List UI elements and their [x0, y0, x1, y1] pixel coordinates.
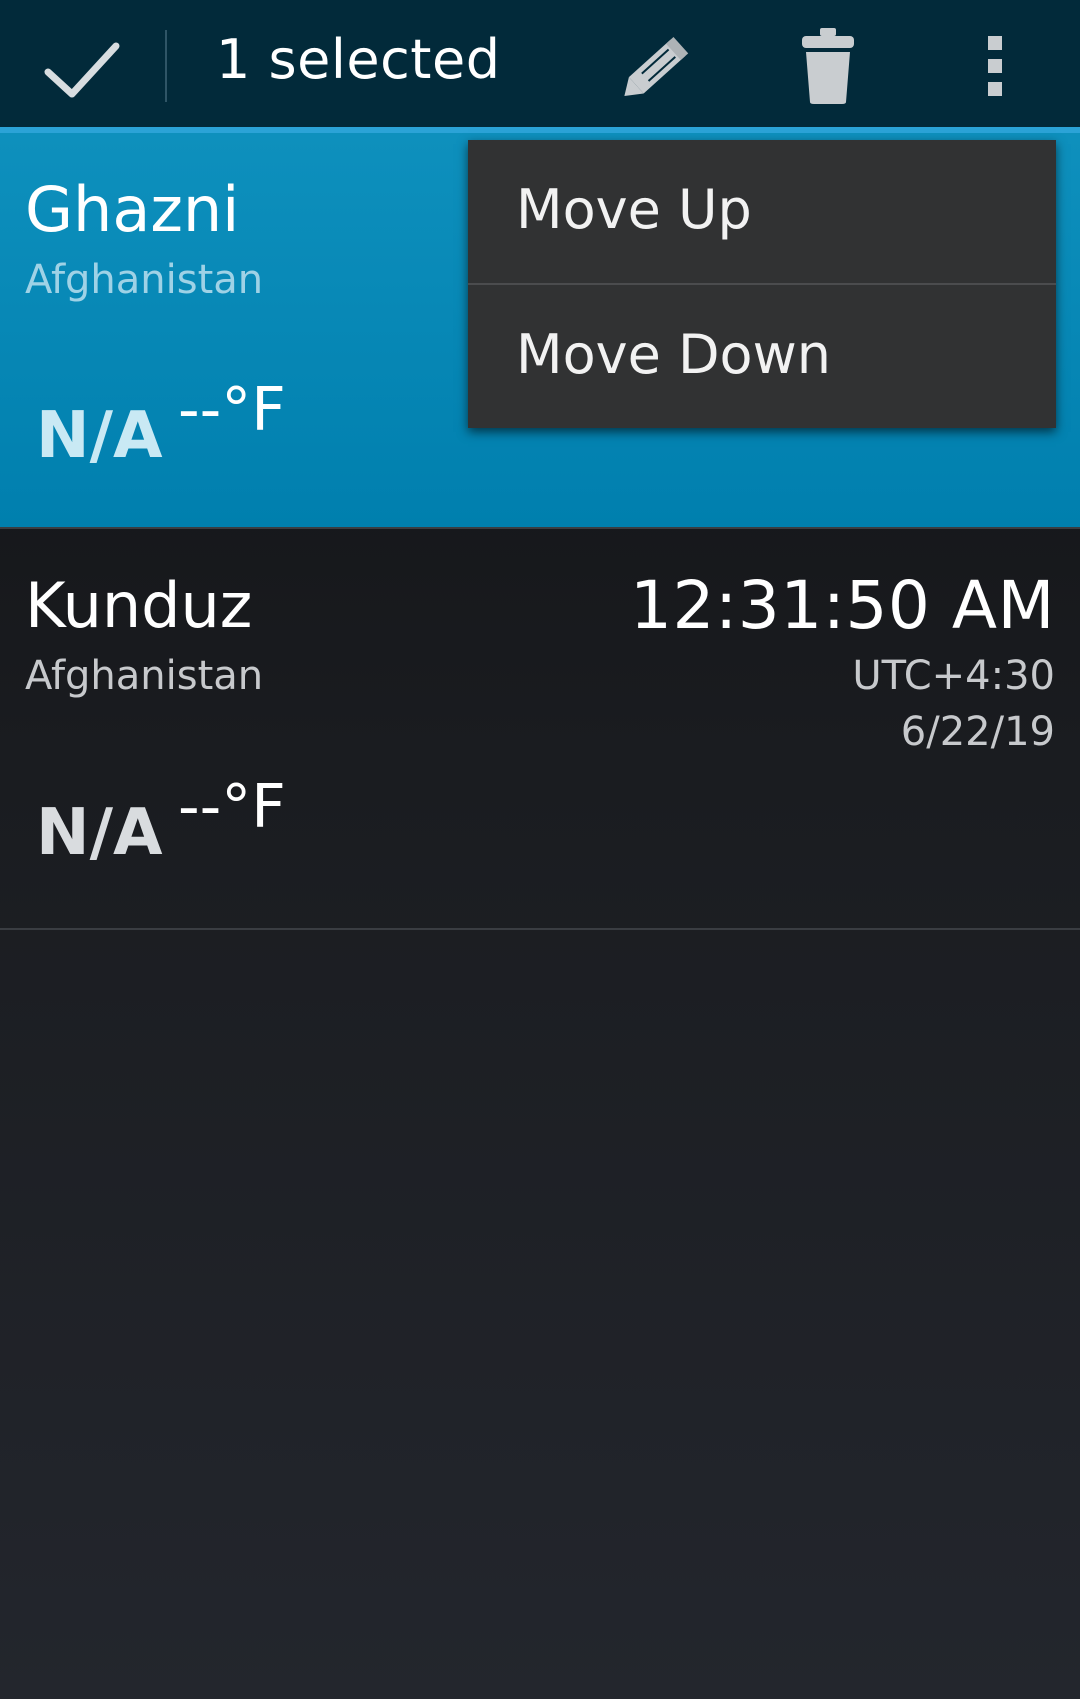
- done-button[interactable]: [30, 24, 130, 114]
- row-divider: [0, 527, 1080, 529]
- menu-item-label: Move Down: [516, 323, 831, 386]
- city-row-kunduz[interactable]: Kunduz Afghanistan 12:31:50 AM UTC+4:30 …: [0, 534, 1080, 930]
- row-divider: [0, 928, 1080, 930]
- temperature: --°F: [178, 772, 286, 842]
- overflow-popup-menu: Move Up Move Down: [468, 140, 1056, 428]
- selection-count-title: 1 selected: [216, 28, 501, 91]
- delete-button[interactable]: [786, 24, 870, 108]
- trash-icon: [802, 28, 854, 104]
- city-name: Ghazni: [25, 173, 240, 246]
- menu-item-move-up[interactable]: Move Up: [468, 140, 1056, 283]
- city-name: Kunduz: [25, 569, 253, 642]
- contextual-action-bar: 1 selected: [0, 0, 1080, 133]
- utc-offset: UTC+4:30: [852, 653, 1055, 699]
- menu-item-move-down[interactable]: Move Down: [468, 285, 1056, 428]
- local-time: 12:31:50 AM: [630, 567, 1055, 644]
- menu-item-label: Move Up: [516, 178, 752, 241]
- local-date: 6/22/19: [900, 709, 1055, 755]
- weather-condition: N/A: [36, 796, 163, 870]
- check-icon: [44, 42, 120, 98]
- country-name: Afghanistan: [25, 653, 264, 699]
- temperature: --°F: [178, 375, 286, 445]
- more-vert-icon: [988, 36, 1002, 96]
- edit-button[interactable]: [612, 26, 702, 110]
- action-bar-divider: [165, 30, 167, 102]
- country-name: Afghanistan: [25, 257, 264, 303]
- pencil-icon: [624, 37, 689, 97]
- weather-condition: N/A: [36, 399, 163, 473]
- overflow-menu-button[interactable]: [960, 24, 1032, 108]
